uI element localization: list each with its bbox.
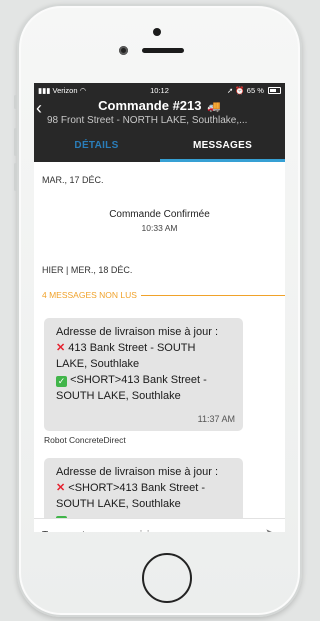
volume-up-button [14, 128, 17, 156]
message-input[interactable] [42, 525, 252, 532]
alarm-icon: ⏰ [235, 86, 245, 95]
message-time: 11:37 AM [197, 414, 235, 424]
message-sender: Robot ConcreteDirect [44, 435, 126, 445]
earpiece-speaker [142, 48, 184, 53]
cross-icon: ✕ [56, 342, 66, 354]
tab-bar: DÉTAILS MESSAGES [34, 133, 285, 162]
front-camera [119, 46, 128, 55]
date-separator: MAR., 17 DÉC. [42, 175, 104, 185]
location-icon: ➚ [226, 86, 234, 95]
unread-label: 4 MESSAGES NON LUS [42, 290, 141, 300]
order-address: 98 Front Street - NORTH LAKE, Southlake,… [47, 115, 248, 126]
status-right: ➚ ⏰ 65 % [227, 86, 281, 95]
screen: ▮▮▮ Verizon ◠ 10:12 ➚ ⏰ 65 % ‹ Commande … [34, 83, 285, 532]
page-title: Commande #213 🚚 [34, 98, 285, 113]
old-address-line: 413 Bank Street - SOUTH [68, 342, 196, 354]
message-heading: Adresse de livraison mise à jour : [56, 466, 219, 478]
proximity-sensor [153, 28, 161, 36]
new-address-line: <SHORT>413 Bank Street - [70, 374, 207, 386]
system-message-time: 10:33 AM [141, 223, 178, 233]
old-address-line: <SHORT>413 Bank Street - [68, 482, 206, 494]
send-icon[interactable]: ➤ [265, 526, 275, 532]
truck-icon: 🚚 [207, 101, 221, 113]
new-address-line: SOUTH LAKE, Southlake [56, 390, 181, 402]
battery-icon [268, 87, 281, 94]
message-heading: Adresse de livraison mise à jour : [56, 326, 219, 338]
old-address-line: SOUTH LAKE, Southlake [56, 498, 181, 510]
date-separator: HIER | MER., 18 DÉC. [42, 265, 133, 275]
status-bar: ▮▮▮ Verizon ◠ 10:12 ➚ ⏰ 65 % [34, 83, 285, 97]
battery-percent: 65 % [246, 86, 264, 95]
app-header: ▮▮▮ Verizon ◠ 10:12 ➚ ⏰ 65 % ‹ Commande … [34, 83, 285, 162]
message-bubble[interactable]: Adresse de livraison mise à jour : ✕ 413… [44, 318, 243, 431]
tab-messages[interactable]: MESSAGES [160, 133, 285, 162]
check-icon: ✓ [56, 376, 67, 387]
volume-down-button [14, 163, 17, 191]
system-message: Commande Confirmée [109, 209, 210, 220]
order-title: Commande #213 [98, 98, 202, 113]
mute-switch [14, 95, 17, 109]
old-address-line: LAKE, Southlake [56, 358, 140, 370]
message-thread[interactable]: MAR., 17 DÉC. Commande Confirmée 10:33 A… [34, 162, 285, 532]
tab-details[interactable]: DÉTAILS [34, 133, 159, 162]
message-composer: ➤ [34, 518, 285, 532]
cross-icon: ✕ [56, 482, 66, 494]
home-button[interactable] [142, 553, 192, 603]
